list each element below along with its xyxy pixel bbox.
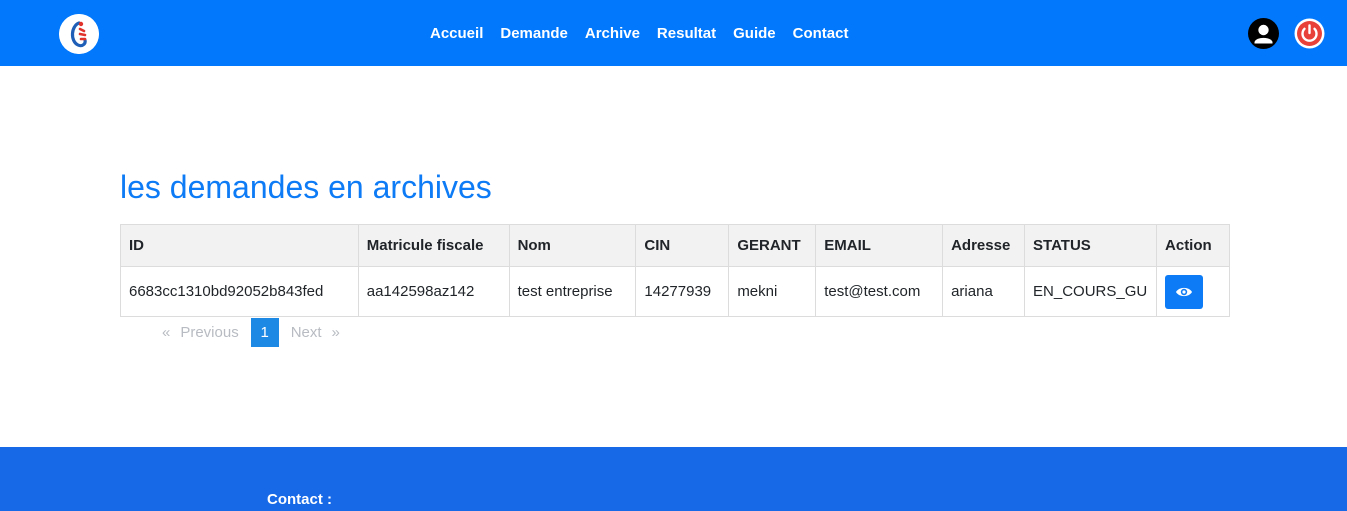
footer: Contact : xyxy=(0,447,1347,511)
column-header-email: EMAIL xyxy=(815,224,944,267)
cell-nom: test entreprise xyxy=(508,266,637,317)
cell-status: EN_COURS_GU xyxy=(1024,266,1158,317)
table-row: 6683cc1310bd92052b843fed aa142598az142 t… xyxy=(120,266,1230,317)
pagination-next-arrow: » xyxy=(331,324,340,341)
pagination-page-current[interactable]: 1 xyxy=(250,318,279,347)
column-header-status: STATUS xyxy=(1024,224,1158,267)
navbar: Accueil Demande Archive Resultat Guide C… xyxy=(0,0,1347,66)
nav-link-guide[interactable]: Guide xyxy=(733,25,776,42)
cell-email: test@test.com xyxy=(815,266,944,317)
eye-icon xyxy=(1176,287,1193,296)
pagination-prev-label: Previous xyxy=(180,324,239,341)
pagination-next[interactable]: Next » xyxy=(279,324,344,341)
power-icon[interactable] xyxy=(1294,18,1325,49)
pagination-previous[interactable]: « Previous xyxy=(158,324,251,341)
footer-contact-heading: Contact : xyxy=(267,491,332,508)
cell-adresse: ariana xyxy=(942,266,1026,317)
column-header-gerant: GERANT xyxy=(728,224,817,267)
nav-link-contact[interactable]: Contact xyxy=(793,25,849,42)
user-avatar-icon[interactable] xyxy=(1248,18,1279,49)
page-title: les demandes en archives xyxy=(120,169,492,205)
pagination-prev-arrow: « xyxy=(162,324,171,341)
table-header-row: ID Matricule fiscale Nom CIN GERANT EMAI… xyxy=(120,224,1230,267)
nav-link-archive[interactable]: Archive xyxy=(585,25,640,42)
column-header-id: ID xyxy=(120,224,359,267)
column-header-action: Action xyxy=(1156,224,1230,267)
column-header-adresse: Adresse xyxy=(942,224,1026,267)
nav-link-accueil[interactable]: Accueil xyxy=(430,25,483,42)
cell-gerant: mekni xyxy=(728,266,817,317)
nav-link-demande[interactable]: Demande xyxy=(500,25,568,42)
pagination: « Previous 1 Next » xyxy=(158,318,344,347)
cell-matricule: aa142598az142 xyxy=(357,266,510,317)
pagination-next-label: Next xyxy=(290,324,322,341)
nav-links: Accueil Demande Archive Resultat Guide C… xyxy=(430,0,848,66)
column-header-cin: CIN xyxy=(635,224,730,267)
archive-table: ID Matricule fiscale Nom CIN GERANT EMAI… xyxy=(120,224,1230,317)
view-button[interactable] xyxy=(1165,274,1204,309)
column-header-matricule: Matricule fiscale xyxy=(357,224,510,267)
cell-action xyxy=(1156,266,1230,317)
cell-id: 6683cc1310bd92052b843fed xyxy=(120,266,359,317)
column-header-nom: Nom xyxy=(508,224,637,267)
nav-link-resultat[interactable]: Resultat xyxy=(657,25,716,42)
cell-cin: 14277939 xyxy=(635,266,730,317)
brand-logo-icon[interactable] xyxy=(59,14,99,54)
